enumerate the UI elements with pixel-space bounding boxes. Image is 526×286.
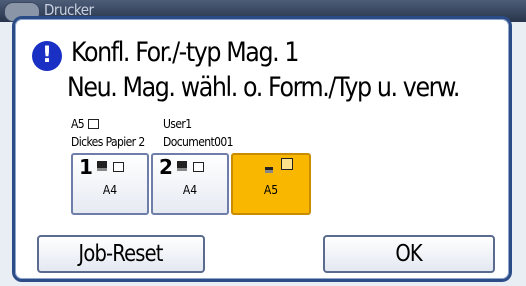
bypass-sheet-icon — [281, 158, 293, 170]
tray-size: A4 — [182, 183, 198, 197]
paper-conflict-dialog: ! Konfl. For./-typ Mag. 1 Neu. Mag. wähl… — [12, 16, 512, 282]
tray-size: A4 — [102, 183, 118, 197]
paper-stack-icon — [177, 161, 187, 171]
sheet-icon — [193, 162, 204, 172]
paper-stack-icon — [265, 167, 273, 173]
ok-button[interactable]: OK — [323, 235, 495, 273]
job-reset-button[interactable]: Job-Reset — [37, 235, 205, 273]
job-reset-label: Job-Reset — [78, 241, 164, 267]
job-paper-size: A5 — [71, 117, 99, 131]
message-line-2: Neu. Mag. wähl. o. Form./Typ u. verw. — [67, 72, 460, 103]
job-document: Document001 — [163, 135, 234, 149]
sheet-icon — [87, 119, 99, 129]
ok-label: OK — [395, 241, 423, 267]
job-paper-type: Dickes Papier 2 — [71, 135, 145, 149]
alert-icon: ! — [32, 41, 62, 71]
bypass-tray-button[interactable]: A5 — [231, 153, 311, 215]
tray-1-button[interactable]: 1 A4 — [71, 153, 149, 215]
job-paper-size-label: A5 — [71, 117, 85, 131]
message-line-1: Konfl. For./-typ Mag. 1 — [71, 37, 300, 68]
tray-selector: 1 A4 2 A4 A5 — [71, 153, 315, 219]
tray-number: 1 — [79, 155, 93, 179]
tray-2-button[interactable]: 2 A4 — [151, 153, 229, 215]
job-user: User1 — [163, 117, 192, 131]
tray-number: 2 — [159, 155, 173, 179]
paper-stack-icon — [97, 161, 107, 171]
tray-size: A5 — [263, 183, 279, 197]
sheet-icon — [113, 162, 124, 172]
